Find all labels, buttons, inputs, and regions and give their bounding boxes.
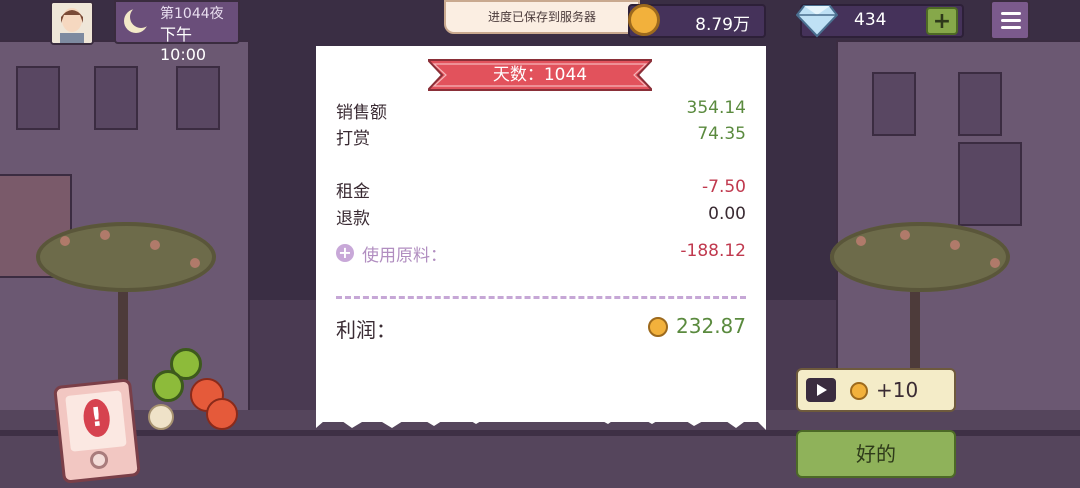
menu-button[interactable] <box>990 0 1030 40</box>
day-time-panel: 第1044夜 下午10:00 <box>114 0 240 64</box>
night-counter: 第1044夜 <box>160 6 224 22</box>
tips-value: 74.35 <box>697 124 746 144</box>
menu-icon-bar <box>1001 12 1021 15</box>
window <box>958 142 1022 226</box>
flower <box>990 258 1000 268</box>
receipt-torn-edge <box>316 402 766 430</box>
coin-icon <box>628 4 660 36</box>
flower <box>950 240 960 250</box>
refund-row: 退款 0.00 <box>336 204 746 229</box>
player-avatar[interactable] <box>50 1 94 45</box>
window <box>176 66 220 130</box>
flower <box>150 240 160 250</box>
exclamation-icon: ! <box>81 397 112 439</box>
menu-icon-bar <box>1001 26 1021 29</box>
profit-value: 232.87 <box>676 314 746 338</box>
garlic-clove <box>148 404 174 430</box>
coin-icon <box>850 382 868 400</box>
sales-value: 354.14 <box>686 98 746 118</box>
profit-label: 利润： <box>336 318 396 342</box>
materials-label: 使用原料： <box>362 246 447 266</box>
save-toast: 进度已保存到服务器 <box>444 0 640 34</box>
gem-amount: 434 <box>854 10 887 30</box>
profit-row: 利润： 232.87 <box>336 314 746 344</box>
card-button-dot-icon <box>89 450 109 470</box>
receipt-divider <box>336 296 746 299</box>
play-video-icon <box>806 378 836 402</box>
materials-value: -188.12 <box>680 241 746 261</box>
tips-label: 打赏 <box>336 129 370 149</box>
rent-value: -7.50 <box>702 177 746 197</box>
alert-card-face: ! <box>65 390 127 452</box>
day-title: 天数：1044 <box>492 65 588 85</box>
tree-canopy <box>36 222 216 292</box>
window <box>958 72 1002 136</box>
flower <box>190 258 200 268</box>
materials-row[interactable]: + 使用原料： -188.12 <box>336 241 746 266</box>
flower <box>900 230 910 240</box>
coin-balance: 8.79万 <box>628 4 766 38</box>
coin-icon <box>648 317 668 337</box>
pepper-slice <box>152 370 184 402</box>
window <box>94 66 138 130</box>
sales-row: 销售额 354.14 <box>336 98 746 123</box>
refund-label: 退款 <box>336 209 370 229</box>
rent-row: 租金 -7.50 <box>336 177 746 202</box>
gem-balance: 434 + <box>796 4 964 38</box>
coin-amount: 8.79万 <box>695 15 750 35</box>
window <box>872 72 916 136</box>
tomato-slice <box>206 398 238 430</box>
flower <box>856 236 866 246</box>
buy-gems-button[interactable]: + <box>926 7 958 35</box>
rent-label: 租金 <box>336 182 370 202</box>
tree-canopy <box>830 222 1010 292</box>
avatar-portrait-icon <box>52 3 92 43</box>
tips-row: 打赏 74.35 <box>336 124 746 149</box>
ad-reward-amount: +10 <box>876 378 919 402</box>
ok-button[interactable]: 好的 <box>796 430 956 478</box>
flower <box>60 236 70 246</box>
day-ribbon: 天数：1044 <box>428 58 652 92</box>
moon-icon <box>124 7 150 33</box>
watch-ad-reward-button[interactable]: +10 <box>796 368 956 412</box>
window <box>16 66 60 130</box>
flower <box>100 230 110 240</box>
sales-label: 销售额 <box>336 103 387 123</box>
diamond-icon <box>796 5 838 38</box>
daily-receipt: 天数：1044 销售额 354.14 打赏 74.35 租金 -7.50 退款 … <box>316 46 766 422</box>
menu-icon-bar <box>1001 19 1021 22</box>
alert-card-button[interactable]: ! <box>53 378 141 484</box>
expand-plus-icon[interactable]: + <box>336 244 354 262</box>
clock-time: 下午10:00 <box>160 25 207 64</box>
refund-value: 0.00 <box>708 204 746 224</box>
